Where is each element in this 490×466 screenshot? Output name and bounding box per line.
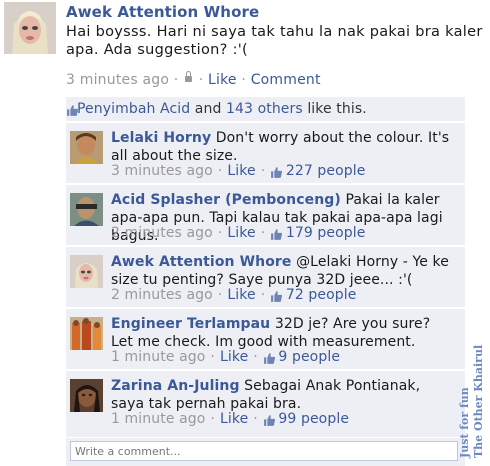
comment-author[interactable]: Lelaki Horny [111, 130, 211, 146]
comment-like-link[interactable]: Like [227, 287, 255, 303]
others-link[interactable]: 143 others [226, 101, 303, 117]
comment-meta: 3 minutes ago · Like · 227 people [111, 163, 366, 179]
comment-likes-count[interactable]: 9 people [278, 349, 340, 365]
thumbs-up-icon [263, 352, 275, 364]
post-avatar[interactable] [4, 2, 56, 54]
post-text: Hai boysss. Hari ni saya tak tahu la nak… [66, 24, 483, 58]
write-comment-input[interactable]: Write a comment... [70, 441, 458, 461]
thumbs-up-icon [66, 104, 79, 116]
thumbs-up-icon [270, 166, 283, 178]
commenter-avatar[interactable] [70, 255, 103, 288]
lock-icon [185, 71, 193, 82]
comment-body: Zarina An-Juling Sebagai Anak Pontianak,… [111, 377, 456, 413]
thumbs-up-icon [263, 414, 275, 426]
comment-likes-count[interactable]: 72 people [286, 287, 357, 303]
thumbs-up-icon [270, 290, 283, 302]
comment-meta: 1 minute ago · Like · 9 people [111, 349, 341, 365]
comment-author[interactable]: Awek Attention Whore [111, 254, 292, 270]
comment-item: Awek Attention Whore @Lelaki Horny - Ye … [66, 246, 465, 307]
comment-body: Awek Attention Whore @Lelaki Horny - Ye … [111, 253, 456, 289]
comment-body: Lelaki Horny Don't worry about the colou… [111, 129, 456, 165]
comment-list: Lelaki Horny Don't worry about the colou… [66, 122, 465, 466]
separator: · [194, 72, 209, 88]
post-meta: 3 minutes ago · · Like · Comment [66, 71, 321, 88]
comment-like-link[interactable]: Like [227, 225, 255, 241]
comment-item: Acid Splasher (Pembonceng) Pakai la kale… [66, 184, 465, 245]
comment-likes-count[interactable]: 227 people [286, 163, 366, 179]
separator: · [236, 72, 251, 88]
watermark: Just for fun The Other Khairul [458, 345, 488, 460]
comment-meta: 1 minute ago · Like · 99 people [111, 411, 350, 427]
comment-author[interactable]: Acid Splasher (Pembonceng) [111, 192, 341, 208]
commenter-avatar[interactable] [70, 379, 103, 412]
comment-time[interactable]: 2 minutes ago [111, 287, 213, 303]
comment-item: Lelaki Horny Don't worry about the colou… [66, 122, 465, 183]
commenter-avatar[interactable] [70, 317, 103, 350]
comment-item: Zarina An-Juling Sebagai Anak Pontianak,… [66, 370, 465, 437]
thumbs-up-icon [270, 228, 283, 240]
commenter-avatar[interactable] [70, 131, 103, 164]
post-author-name[interactable]: Awek Attention Whore [66, 3, 259, 21]
comment-likes-count[interactable]: 179 people [286, 225, 366, 241]
like-link[interactable]: Like [208, 72, 237, 88]
comment-author[interactable]: Engineer Terlampau [111, 316, 270, 332]
commenter-avatar[interactable] [70, 193, 103, 226]
comment-item: Engineer Terlampau 32D je? Are you sure?… [66, 308, 465, 369]
comment-time[interactable]: 1 minute ago [111, 411, 205, 427]
liker-name[interactable]: Penyimbah Acid [77, 101, 190, 117]
watermark-line-1: Just for fun [458, 387, 471, 458]
comment-time[interactable]: 2 minutes ago [111, 225, 213, 241]
comment-like-link[interactable]: Like [227, 163, 255, 179]
comment-like-link[interactable]: Like [220, 349, 248, 365]
comment-link[interactable]: Comment [251, 72, 321, 88]
likes-bar: Penyimbah Acid and 143 others like this. [66, 97, 465, 121]
separator: · [169, 72, 184, 88]
comment-author[interactable]: Zarina An-Juling [111, 378, 240, 394]
comment-meta: 2 minutes ago · Like · 179 people [111, 225, 366, 241]
comment-body: Engineer Terlampau 32D je? Are you sure?… [111, 315, 456, 351]
watermark-line-2: The Other Khairul [472, 344, 485, 458]
post-time[interactable]: 3 minutes ago [66, 72, 169, 88]
comment-likes-count[interactable]: 99 people [278, 411, 349, 427]
comment-time[interactable]: 1 minute ago [111, 349, 205, 365]
comment-meta: 2 minutes ago · Like · 72 people [111, 287, 357, 303]
likes-suffix: like this. [302, 101, 367, 117]
write-comment-area: Write a comment... [66, 438, 465, 466]
comment-like-link[interactable]: Like [220, 411, 248, 427]
likes-and: and [190, 101, 226, 117]
comment-time[interactable]: 3 minutes ago [111, 163, 213, 179]
